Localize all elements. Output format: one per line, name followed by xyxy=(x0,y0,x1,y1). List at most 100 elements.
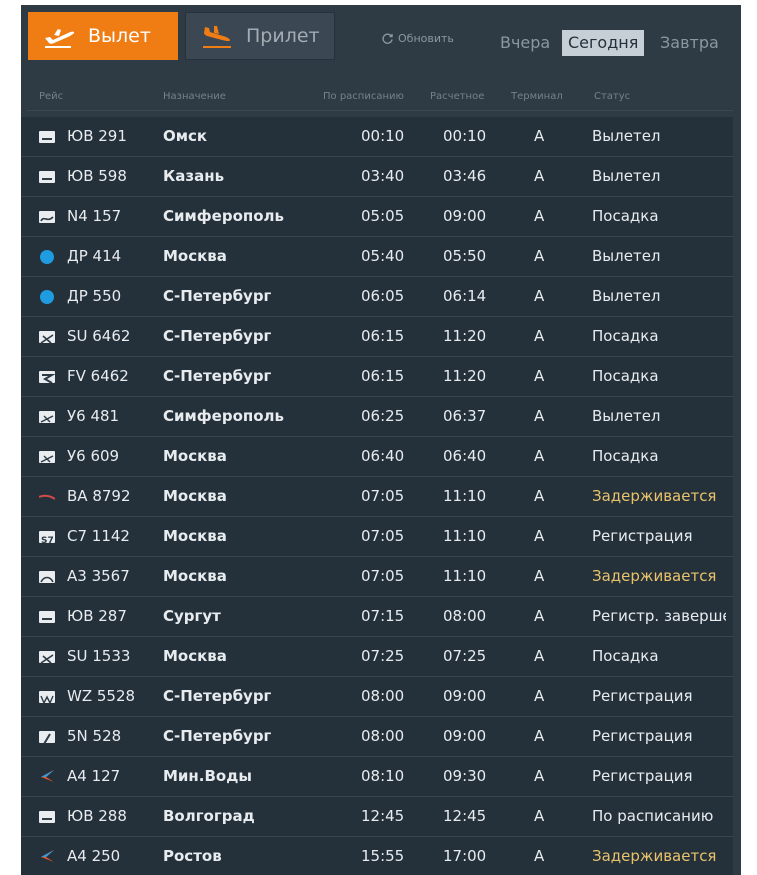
day-today-button[interactable]: Сегодня xyxy=(562,30,645,56)
scheduled-time: 06:05 xyxy=(361,287,405,305)
estimated-time: 12:45 xyxy=(443,807,487,825)
destination: Москва xyxy=(163,567,227,585)
flight-number: ЮВ 598 xyxy=(67,167,127,185)
refresh-icon xyxy=(382,33,393,44)
scheduled-time: 12:45 xyxy=(361,807,405,825)
estimated-time: 11:20 xyxy=(443,327,487,345)
estimated-time: 08:00 xyxy=(443,607,487,625)
nordavia-logo-icon xyxy=(39,729,55,745)
flight-number: FV 6462 xyxy=(67,367,129,385)
flight-number: А4 127 xyxy=(67,767,121,785)
column-flight: Рейс xyxy=(39,91,64,102)
flight-number: ВА 8792 xyxy=(67,487,131,505)
scheduled-time: 05:05 xyxy=(361,207,405,225)
day-yesterday-button[interactable]: Вчера xyxy=(494,30,556,56)
terminal: A xyxy=(534,847,545,865)
utair-logo-icon xyxy=(39,809,55,825)
estimated-time: 06:40 xyxy=(443,447,487,465)
table-row[interactable]: 5N 528 С-Петербург 08:00 09:00 A Регистрация xyxy=(21,717,733,757)
table-row[interactable]: А3 3567 Москва 07:05 11:10 A Задерживается xyxy=(21,557,733,597)
destination: Москва xyxy=(163,447,227,465)
flight-number: ЮВ 291 xyxy=(67,127,127,145)
estimated-time: 11:20 xyxy=(443,367,487,385)
flight-board: Вылет Прилет Обновить Вчера Сегодня Завт… xyxy=(21,5,741,875)
flight-status: Регистрация xyxy=(592,527,693,545)
destination: С-Петербург xyxy=(163,327,272,345)
flight-status: Посадка xyxy=(592,327,659,345)
scheduled-time: 15:55 xyxy=(361,847,405,865)
destination: Ростов xyxy=(163,847,222,865)
table-row[interactable]: ДР 550 С-Петербург 06:05 06:14 A Вылетел xyxy=(21,277,733,317)
estimated-time: 09:30 xyxy=(443,767,487,785)
estimated-time: 07:25 xyxy=(443,647,487,665)
flight-status: Посадка xyxy=(592,647,659,665)
flight-status: Регистр. завершена xyxy=(592,607,726,625)
table-row[interactable]: WZ 5528 С-Петербург 08:00 09:00 A Регистрация xyxy=(21,677,733,717)
scheduled-time: 07:05 xyxy=(361,567,405,585)
flight-status: Посадка xyxy=(592,207,659,225)
table-row[interactable]: ЮВ 291 Омск 00:10 00:10 A Вылетел xyxy=(21,117,733,157)
table-row[interactable]: ЮВ 287 Сургут 07:15 08:00 A Регистр. завершен… xyxy=(21,597,733,637)
scheduled-time: 06:15 xyxy=(361,327,405,345)
table-row[interactable]: У6 609 Москва 06:40 06:40 A Посадка xyxy=(21,437,733,477)
table-row[interactable]: ВА 8792 Москва 07:05 11:10 A Задерживается xyxy=(21,477,733,517)
flight-number: N4 157 xyxy=(67,207,122,225)
table-row[interactable]: ДР 414 Москва 05:40 05:50 A Вылетел xyxy=(21,237,733,277)
azimuth-wing-logo-icon xyxy=(39,769,55,785)
tab-arrivals[interactable]: Прилет xyxy=(185,12,335,60)
svg-text:S7: S7 xyxy=(41,536,54,545)
terminal: A xyxy=(534,767,545,785)
terminal: A xyxy=(534,287,545,305)
column-terminal: Терминал xyxy=(511,91,563,102)
destination: Москва xyxy=(163,247,227,265)
s7-logo-icon: S7 xyxy=(39,529,55,546)
refresh-button[interactable]: Обновить xyxy=(381,32,454,45)
scheduled-time: 07:05 xyxy=(361,487,405,505)
rusline-logo-icon xyxy=(39,289,55,305)
table-row[interactable]: SU 1533 Москва 07:25 07:25 A Посадка xyxy=(21,637,733,677)
table-row[interactable]: N4 157 Симферополь 05:05 09:00 A Посадка xyxy=(21,197,733,237)
table-row[interactable]: А4 250 Ростов 15:55 17:00 A Задерживается xyxy=(21,837,733,875)
header-divider xyxy=(27,110,733,111)
rossiya-logo-icon xyxy=(39,369,56,385)
estimated-time: 06:14 xyxy=(443,287,487,305)
flight-number: SU 6462 xyxy=(67,327,131,345)
azimuth-wing-logo-icon xyxy=(39,849,55,865)
destination: Симферополь xyxy=(163,207,285,225)
flight-number: С7 1142 xyxy=(67,527,130,545)
estimated-time: 09:00 xyxy=(443,727,487,745)
flight-number: ЮВ 288 xyxy=(67,807,127,825)
flight-status: Вылетел xyxy=(592,167,661,185)
table-row[interactable]: S7 С7 1142 Москва 07:05 11:10 A Регистрация xyxy=(21,517,733,557)
terminal: A xyxy=(534,167,545,185)
terminal: A xyxy=(534,247,545,265)
destination: Москва xyxy=(163,647,227,665)
scheduled-time: 07:25 xyxy=(361,647,405,665)
flight-status: Вылетел xyxy=(592,247,661,265)
flight-number: WZ 5528 xyxy=(67,687,136,705)
table-row[interactable]: ЮВ 288 Волгоград 12:45 12:45 A По расписанию xyxy=(21,797,733,837)
utair-logo-icon xyxy=(39,609,55,625)
table-row[interactable]: FV 6462 С-Петербург 06:15 11:20 A Посадка xyxy=(21,357,733,397)
terminal: A xyxy=(534,527,545,545)
column-status: Статус xyxy=(594,91,631,102)
flight-status: Вылетел xyxy=(592,127,661,145)
destination: Москва xyxy=(163,527,227,545)
terminal: A xyxy=(534,487,545,505)
flight-status: Задерживается xyxy=(592,567,717,585)
tab-departures[interactable]: Вылет xyxy=(28,12,178,60)
refresh-label: Обновить xyxy=(398,32,454,45)
terminal: A xyxy=(534,207,545,225)
table-row[interactable]: SU 6462 С-Петербург 06:15 11:20 A Посадка xyxy=(21,317,733,357)
destination: Мин.Воды xyxy=(163,767,252,785)
table-row[interactable]: А4 127 Мин.Воды 08:10 09:30 A Регистрация xyxy=(21,757,733,797)
aeroflot-logo-icon xyxy=(39,649,55,665)
flight-list: ЮВ 291 Омск 00:10 00:10 A Вылетел ЮВ 598 Казань… xyxy=(21,117,733,875)
table-row[interactable]: У6 481 Симферополь 06:25 06:37 A Вылетел xyxy=(21,397,733,437)
scheduled-time: 05:40 xyxy=(361,247,405,265)
destination: Сургут xyxy=(163,607,221,625)
table-row[interactable]: ЮВ 598 Казань 03:40 03:46 A Вылетел xyxy=(21,157,733,197)
flight-status: Вылетел xyxy=(592,407,661,425)
terminal: A xyxy=(534,647,545,665)
day-tomorrow-button[interactable]: Завтра xyxy=(654,30,725,56)
